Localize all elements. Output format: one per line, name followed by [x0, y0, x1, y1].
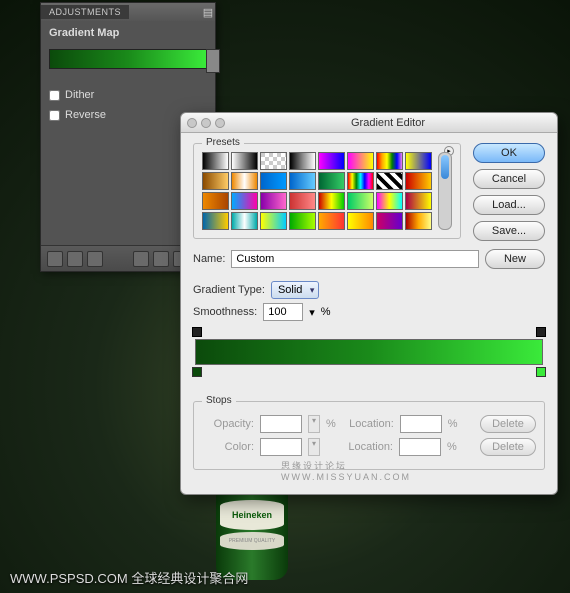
name-label: Name:: [193, 253, 225, 265]
panel-tabbar: ADJUSTMENTS ▤: [41, 3, 215, 21]
preset-swatch[interactable]: [405, 212, 432, 230]
footer-icon[interactable]: [87, 251, 103, 267]
reverse-label: Reverse: [65, 109, 106, 121]
delete-opacity-button[interactable]: Delete: [480, 415, 536, 433]
percent-label: %: [326, 418, 336, 430]
save-button[interactable]: Save...: [473, 221, 545, 241]
stops-group: Stops Opacity: ▾ % Location: % Delete Co…: [193, 401, 545, 470]
opacity-label: Opacity:: [202, 418, 254, 430]
page-watermark: WWW.PSPSD.COM 全球经典设计聚合网: [10, 568, 248, 587]
color-stop-right[interactable]: [536, 367, 546, 377]
preset-swatch[interactable]: [289, 172, 316, 190]
load-button[interactable]: Load...: [473, 195, 545, 215]
smoothness-label: Smoothness:: [193, 306, 257, 318]
footer-icon[interactable]: [67, 251, 83, 267]
dither-checkbox-row[interactable]: Dither: [49, 89, 207, 101]
bottle-band: PREMIUM QUALITY: [220, 532, 284, 550]
preset-swatch[interactable]: [405, 172, 432, 190]
gradient-bar[interactable]: [195, 339, 543, 365]
opacity-location-input[interactable]: [400, 415, 442, 433]
preset-swatch[interactable]: [231, 212, 258, 230]
adjustment-title: Gradient Map: [49, 27, 207, 39]
gradient-type-select[interactable]: Solid: [271, 281, 319, 299]
name-input[interactable]: [231, 250, 479, 268]
presets-group: Presets ▸: [193, 143, 461, 239]
color-stop-left[interactable]: [192, 367, 202, 377]
stops-label: Stops: [202, 395, 236, 406]
preset-swatch[interactable]: [260, 212, 287, 230]
delete-color-button[interactable]: Delete: [480, 438, 536, 456]
percent-label: %: [448, 418, 458, 430]
footer-icon[interactable]: [133, 251, 149, 267]
preset-swatch[interactable]: [347, 152, 374, 170]
preset-swatch[interactable]: [318, 192, 345, 210]
presets-scrollbar[interactable]: [438, 152, 452, 230]
presets-grid: [202, 152, 432, 230]
location-label: Location:: [342, 418, 394, 430]
preset-swatch[interactable]: [231, 152, 258, 170]
preset-swatch[interactable]: [405, 152, 432, 170]
preset-swatch[interactable]: [202, 212, 229, 230]
zoom-icon[interactable]: [215, 118, 225, 128]
close-icon[interactable]: [187, 118, 197, 128]
adjustments-tab[interactable]: ADJUSTMENTS: [41, 5, 129, 19]
footer-icon[interactable]: [153, 251, 169, 267]
reverse-checkbox[interactable]: [49, 110, 60, 121]
preset-swatch[interactable]: [347, 192, 374, 210]
gradient-settings-group: Gradient Type: Solid 思缘设计论坛 WWW.MISSYUAN…: [193, 273, 545, 391]
opacity-dropdown-icon[interactable]: ▾: [308, 415, 320, 433]
opacity-input[interactable]: [260, 415, 302, 433]
color-label: Color:: [202, 441, 254, 453]
opacity-stop-right[interactable]: [536, 327, 546, 337]
preset-swatch[interactable]: [347, 212, 374, 230]
color-location-input[interactable]: [399, 438, 441, 456]
preset-swatch[interactable]: [231, 192, 258, 210]
preset-swatch[interactable]: [318, 152, 345, 170]
dither-label: Dither: [65, 89, 94, 101]
preset-swatch[interactable]: [376, 152, 403, 170]
preset-swatch[interactable]: [347, 172, 374, 190]
preset-swatch[interactable]: [202, 152, 229, 170]
percent-label: %: [321, 306, 331, 318]
preset-swatch[interactable]: [202, 192, 229, 210]
preset-swatch[interactable]: [260, 192, 287, 210]
preset-swatch[interactable]: [376, 212, 403, 230]
preset-swatch[interactable]: [289, 192, 316, 210]
smoothness-dropdown-icon[interactable]: ▾: [309, 306, 315, 319]
dialog-titlebar[interactable]: Gradient Editor: [181, 113, 557, 133]
smoothness-input[interactable]: [263, 303, 303, 321]
preset-swatch[interactable]: [289, 152, 316, 170]
gradient-preview[interactable]: [49, 49, 207, 69]
presets-label: Presets: [202, 137, 244, 148]
new-button[interactable]: New: [485, 249, 545, 269]
panel-menu-icon[interactable]: ▤: [201, 6, 215, 19]
preset-swatch[interactable]: [318, 212, 345, 230]
preset-swatch[interactable]: [405, 192, 432, 210]
location-label: Location:: [341, 441, 393, 453]
footer-icon[interactable]: [47, 251, 63, 267]
preset-swatch[interactable]: [318, 172, 345, 190]
preset-swatch[interactable]: [202, 172, 229, 190]
gradient-type-label: Gradient Type:: [193, 284, 265, 296]
preset-swatch[interactable]: [260, 172, 287, 190]
minimize-icon[interactable]: [201, 118, 211, 128]
preset-swatch[interactable]: [260, 152, 287, 170]
preset-swatch[interactable]: [376, 172, 403, 190]
color-input[interactable]: [260, 438, 302, 456]
percent-label: %: [447, 441, 457, 453]
opacity-stop-left[interactable]: [192, 327, 202, 337]
bottle-label: Heineken: [220, 500, 284, 530]
color-dropdown-icon[interactable]: ▾: [308, 438, 320, 456]
dither-checkbox[interactable]: [49, 90, 60, 101]
dialog-title: Gradient Editor: [225, 117, 551, 129]
cancel-button[interactable]: Cancel: [473, 169, 545, 189]
preset-swatch[interactable]: [289, 212, 316, 230]
gradient-editor-dialog: Gradient Editor OK Cancel Load... Save..…: [180, 112, 558, 495]
preset-swatch[interactable]: [231, 172, 258, 190]
preset-swatch[interactable]: [376, 192, 403, 210]
ok-button[interactable]: OK: [473, 143, 545, 163]
